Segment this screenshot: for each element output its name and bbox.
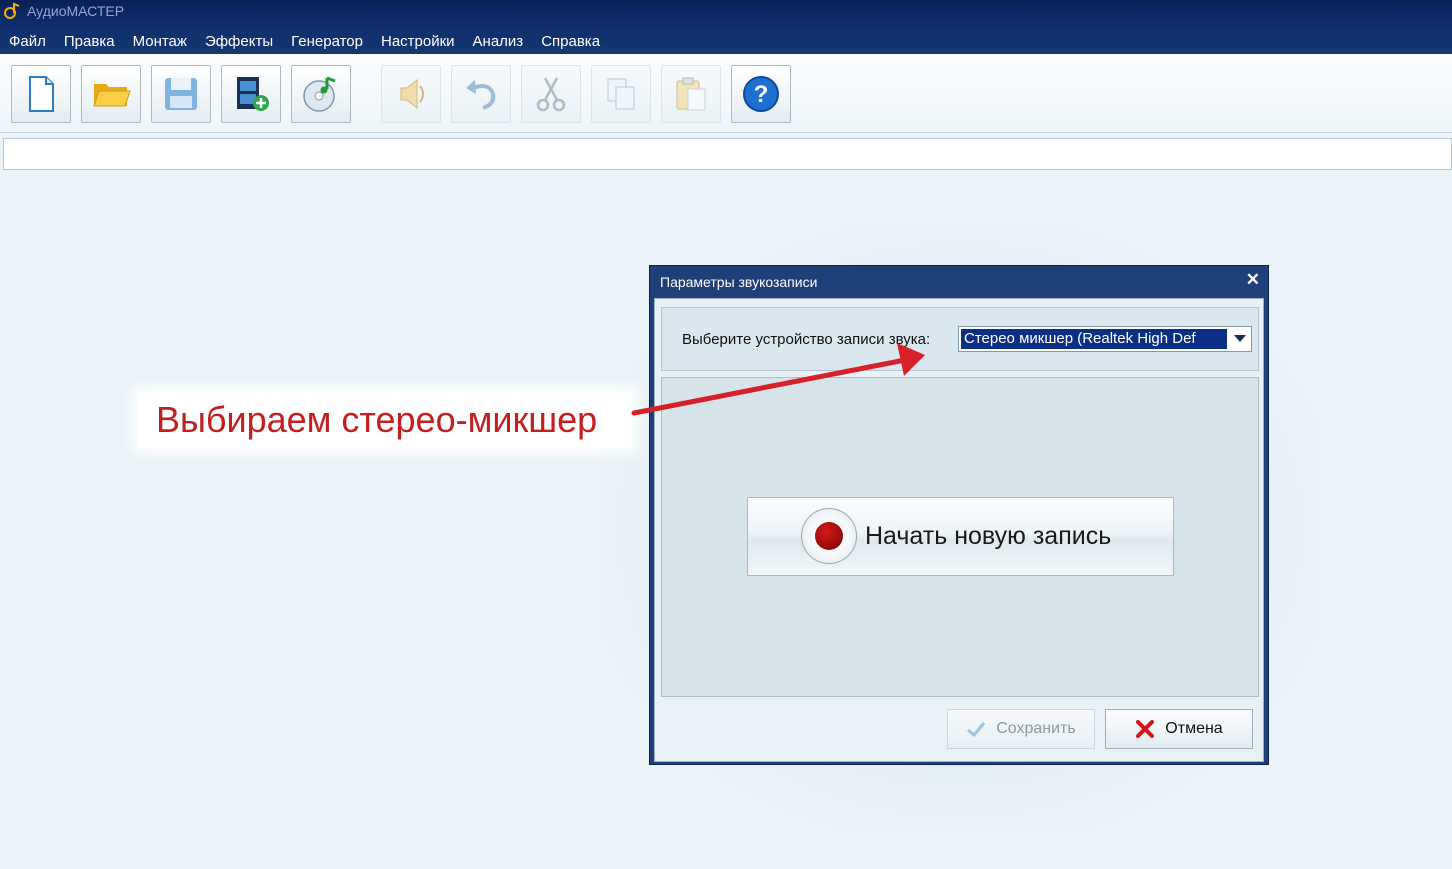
record-icon: [801, 508, 857, 564]
cancel-x-icon: [1136, 720, 1155, 738]
menu-montage[interactable]: Монтаж: [124, 30, 196, 54]
copy-icon: [607, 78, 635, 110]
device-select[interactable]: Стерео микшер (Realtek High Def: [958, 326, 1252, 352]
add-video-button[interactable]: [221, 65, 281, 123]
device-label: Выберите устройство записи звука:: [682, 331, 931, 348]
menu-effects[interactable]: Эффекты: [196, 30, 282, 54]
window-title: АудиоМАСТЕР: [27, 3, 125, 19]
dialog-body: Выберите устройство записи звука: Стерео…: [654, 298, 1264, 762]
burn-cd-button[interactable]: [291, 65, 351, 123]
menu-settings[interactable]: Настройки: [372, 30, 464, 54]
cut-icon: [536, 77, 566, 112]
copy-button[interactable]: [591, 65, 651, 123]
paste-icon: [676, 77, 706, 111]
cd-music-icon: [303, 76, 336, 112]
save-file-button[interactable]: [151, 65, 211, 123]
volume-button[interactable]: [381, 65, 441, 123]
app-logo-icon: [4, 2, 20, 19]
speaker-icon: [400, 78, 424, 110]
close-icon[interactable]: ✕: [1246, 270, 1260, 290]
annotation-callout: Выбираем стерео-микшер: [138, 392, 632, 448]
save-button[interactable]: Сохранить: [947, 709, 1095, 749]
device-panel: Выберите устройство записи звука: Стерео…: [661, 307, 1259, 371]
open-folder-icon: [93, 84, 131, 107]
help-button[interactable]: ?: [731, 65, 791, 123]
path-field[interactable]: [3, 138, 1452, 170]
checkmark-icon: [967, 722, 986, 738]
svg-text:?: ?: [754, 81, 769, 108]
cancel-button-label: Отмена: [1165, 720, 1223, 737]
annotation-text: Выбираем стерео-микшер: [156, 399, 598, 440]
cancel-button[interactable]: Отмена: [1105, 709, 1253, 749]
undo-icon: [466, 80, 496, 110]
open-file-button[interactable]: [81, 65, 141, 123]
menu-analysis[interactable]: Анализ: [464, 30, 533, 54]
menu-bar: Файл Правка Монтаж Эффекты Генератор Нас…: [0, 30, 609, 54]
cut-button[interactable]: [521, 65, 581, 123]
menu-file[interactable]: Файл: [0, 30, 55, 54]
undo-button[interactable]: [451, 65, 511, 123]
menu-edit[interactable]: Правка: [55, 30, 124, 54]
save-disk-icon: [165, 78, 197, 110]
video-add-icon: [237, 77, 269, 111]
device-select-value: Стерео микшер (Realtek High Def: [961, 329, 1227, 349]
chevron-down-icon[interactable]: [1234, 335, 1246, 342]
help-icon: ?: [743, 76, 779, 112]
start-recording-label: Начать новую запись: [865, 522, 1112, 550]
new-file-icon: [29, 76, 54, 112]
dialog-title: Параметры звукозаписи: [660, 274, 818, 290]
menu-generator[interactable]: Генератор: [282, 30, 372, 54]
recording-settings-dialog: Параметры звукозаписи ✕ Выберите устройс…: [649, 265, 1269, 765]
start-recording-button[interactable]: Начать новую запись: [747, 497, 1174, 576]
toolbar: ?: [0, 54, 1452, 133]
new-file-button[interactable]: [11, 65, 71, 123]
paste-button[interactable]: [661, 65, 721, 123]
app-titlebar: АудиоМАСТЕР Файл Правка Монтаж Эффекты Г…: [0, 0, 1452, 54]
save-button-label: Сохранить: [996, 720, 1076, 737]
menu-help[interactable]: Справка: [532, 30, 609, 54]
record-panel: Начать новую запись: [661, 377, 1259, 697]
